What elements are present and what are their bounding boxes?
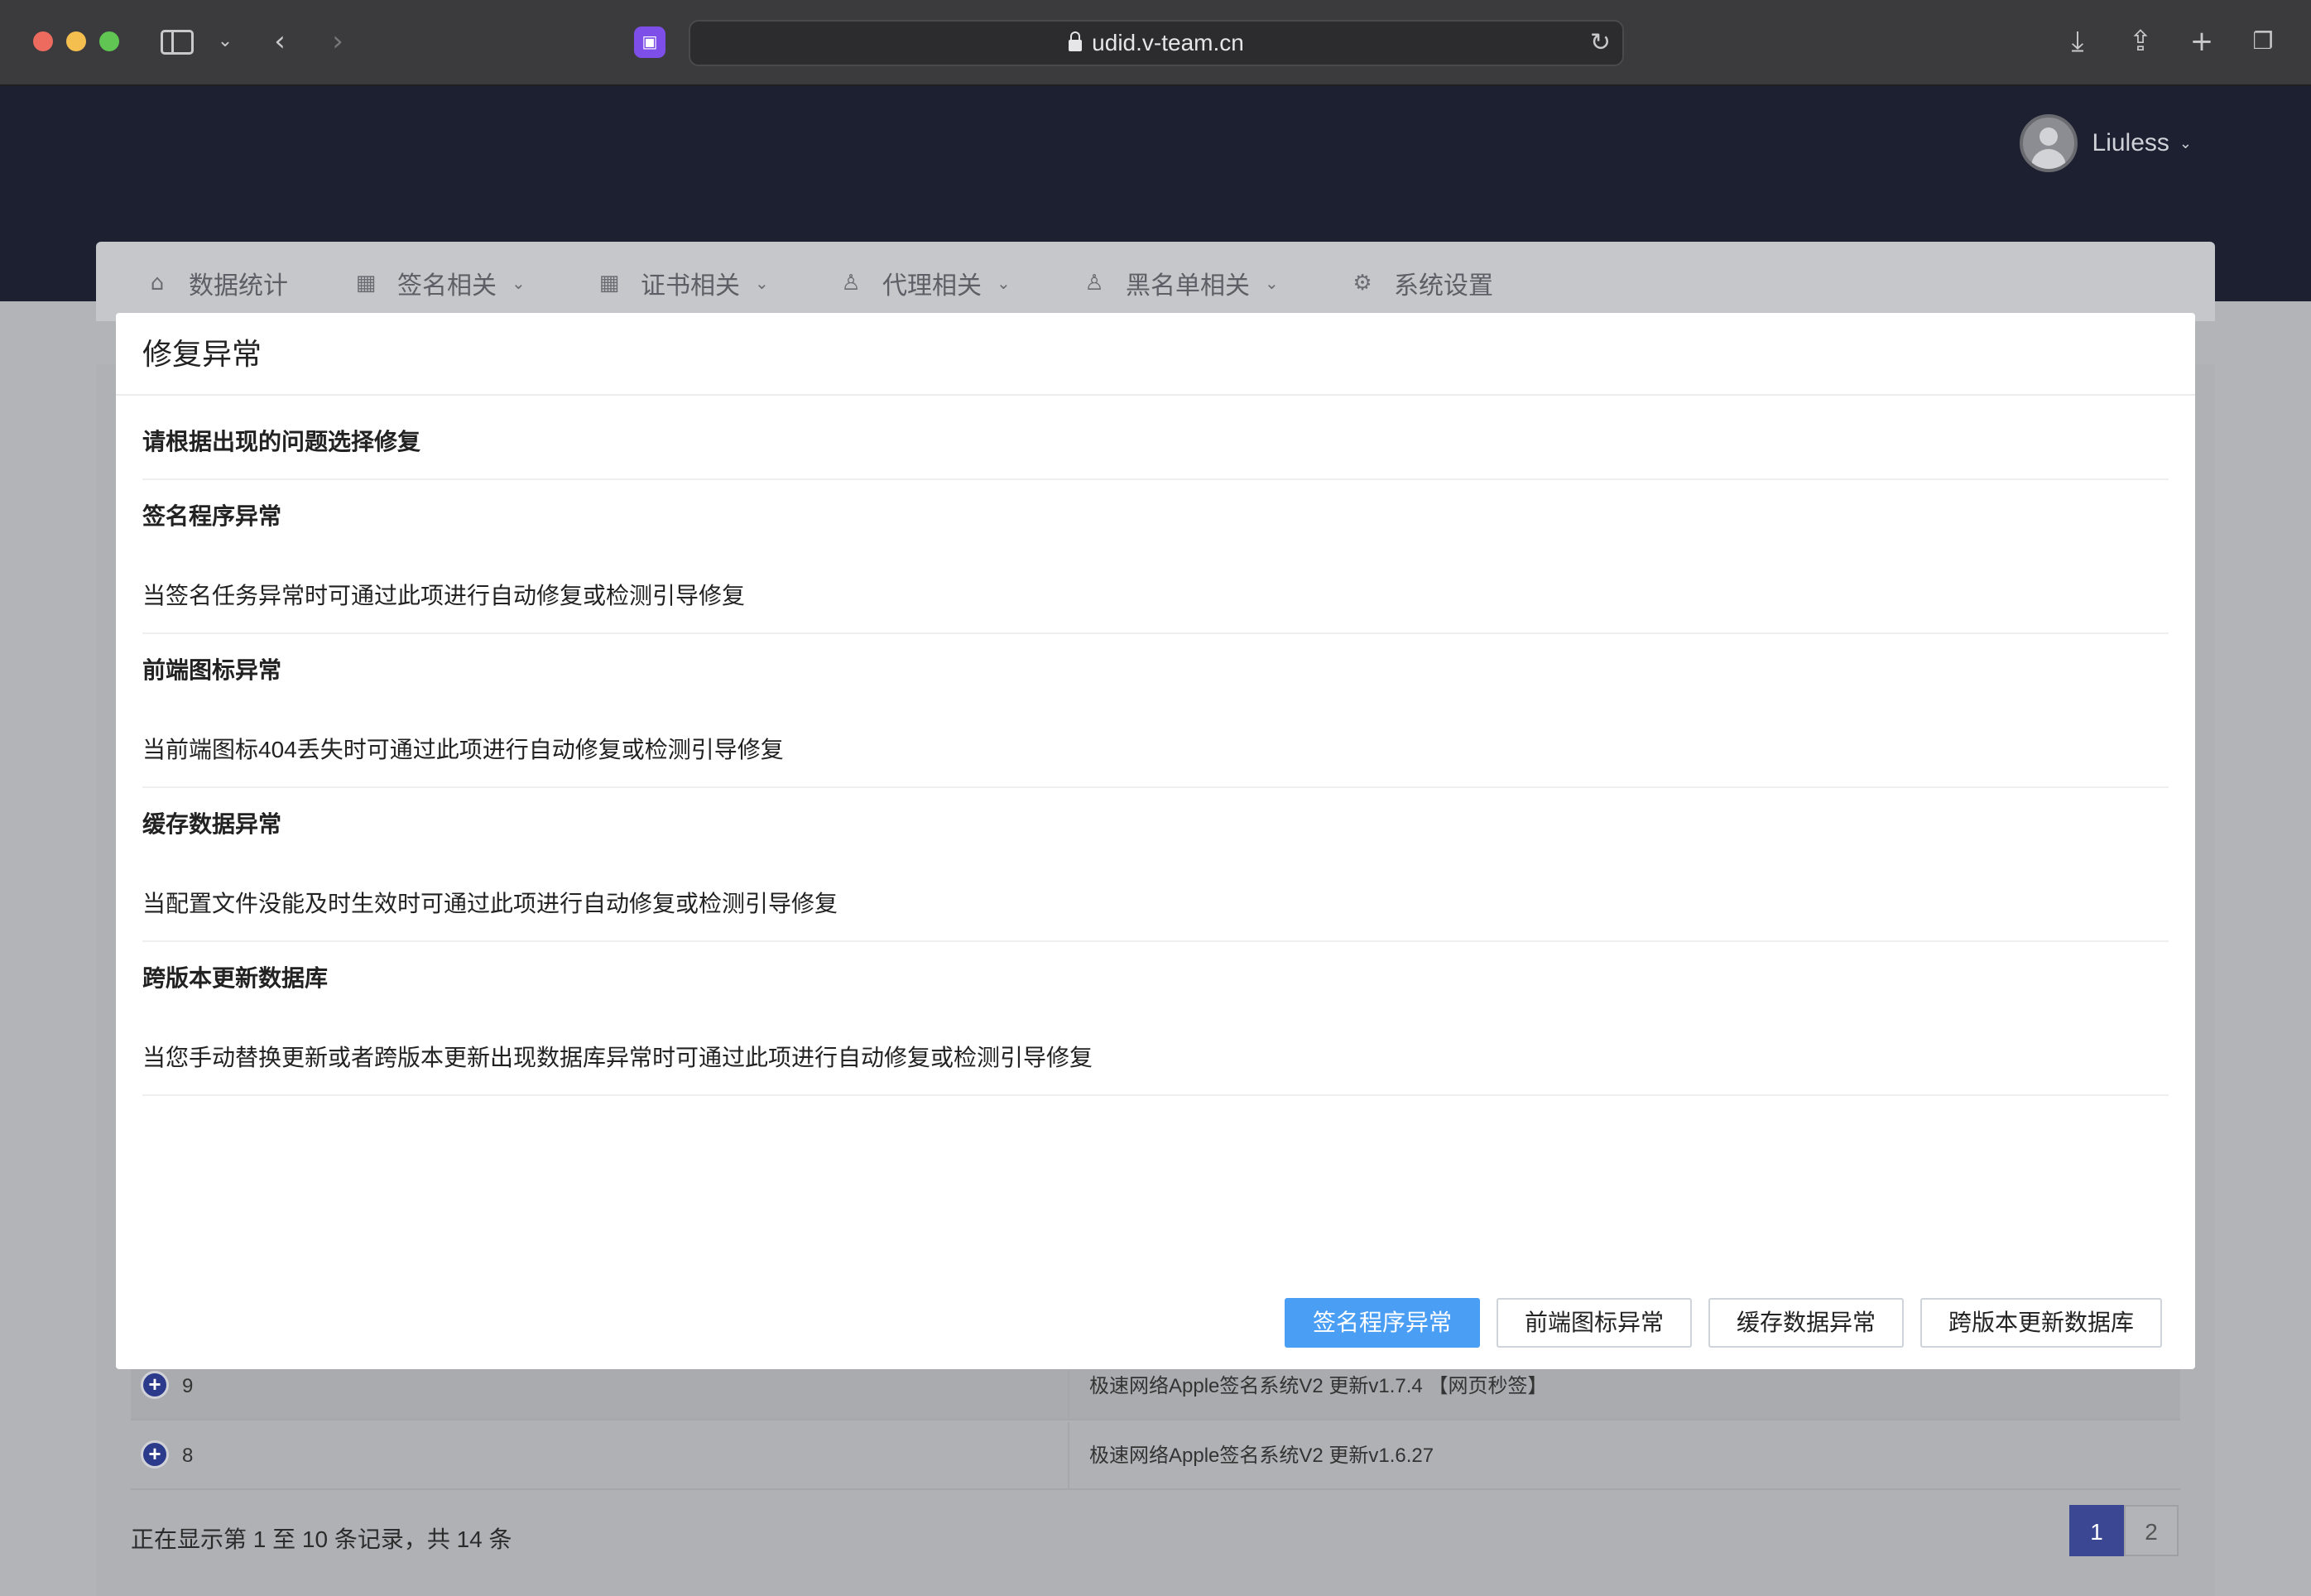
lock-icon	[1069, 31, 1083, 51]
users-icon: ♙	[1084, 271, 1104, 296]
cell-divider	[1068, 1422, 1069, 1490]
nav-item-label: 签名相关	[397, 272, 497, 300]
section-description: 当您手动替换更新或者跨版本更新出现数据库异常时可通过此项进行自动修复或检测引导修…	[142, 1045, 1093, 1070]
home-icon: ⌂	[150, 271, 165, 296]
intro-text: 请根据出现的问题选择修复	[142, 429, 421, 454]
download-icon[interactable]: ⤓	[2061, 25, 2094, 58]
share-icon[interactable]: ⇪	[2124, 25, 2157, 58]
expand-row-icon[interactable]: +	[141, 1371, 169, 1399]
gear-icon: ⚙	[1352, 271, 1372, 296]
reload-icon[interactable]: ↻	[1590, 22, 1611, 65]
section-description: 当配置文件没能及时生效时可通过此项进行自动修复或检测引导修复	[142, 891, 838, 916]
browser-toolbar: ⌄ ‹ › ▣ udid.v-team.cn ↻ ⤓ ⇪ + ❐	[0, 0, 2311, 86]
section-cache: 缓存数据异常 当配置文件没能及时生效时可通过此项进行自动修复或检测引导修复	[142, 788, 2169, 942]
zoom-window-button[interactable]	[99, 31, 119, 51]
row-description: 极速网络Apple签名系统V2 更新v1.6.27	[1089, 1445, 1434, 1467]
avatar	[2019, 114, 2078, 172]
sidebar-icon[interactable]	[161, 30, 194, 55]
repair-modal: 修复异常 请根据出现的问题选择修复 签名程序异常 当签名任务异常时可通过此项进行…	[116, 313, 2195, 1369]
users-icon: ♙	[841, 271, 861, 296]
grid-icon: ▦	[355, 271, 377, 296]
section-signing: 签名程序异常 当签名任务异常时可通过此项进行自动修复或检测引导修复	[142, 480, 2169, 634]
section-heading: 跨版本更新数据库	[142, 965, 329, 991]
tabs-overview-icon[interactable]: ❐	[2246, 25, 2280, 58]
nav-item-label: 数据统计	[189, 272, 288, 300]
username: Liuless	[2092, 129, 2169, 156]
row-id: 8	[182, 1445, 194, 1467]
modal-title: 修复异常	[142, 337, 262, 371]
section-database: 跨版本更新数据库 当您手动替换更新或者跨版本更新出现数据库异常时可通过此项进行自…	[142, 942, 2169, 1096]
close-window-button[interactable]	[33, 31, 53, 51]
chevron-down-icon: ⌄	[755, 274, 769, 293]
chevron-down-icon: ⌄	[512, 274, 526, 293]
table-row[interactable]: + 8 极速网络Apple签名系统V2 更新v1.6.27	[131, 1422, 2180, 1490]
nav-item-settings[interactable]: ⚙ 系统设置	[1351, 267, 1493, 300]
page-2-button[interactable]: 2	[2124, 1505, 2179, 1556]
section-heading: 前端图标异常	[142, 657, 282, 683]
nav-item-label: 系统设置	[1394, 272, 1493, 300]
repair-cache-button[interactable]: 缓存数据异常	[1708, 1298, 1904, 1348]
nav-item-label: 代理相关	[882, 272, 982, 300]
extension-icon[interactable]: ▣	[634, 26, 665, 58]
repair-frontend-icons-button[interactable]: 前端图标异常	[1497, 1298, 1692, 1348]
modal-footer: 签名程序异常 前端图标异常 缓存数据异常 跨版本更新数据库	[116, 1298, 2195, 1348]
section-frontend-icons: 前端图标异常 当前端图标404丢失时可通过此项进行自动修复或检测引导修复	[142, 634, 2169, 788]
nav-item-label: 证书相关	[641, 272, 740, 300]
section-description: 当签名任务异常时可通过此项进行自动修复或检测引导修复	[142, 583, 746, 608]
page-1-button[interactable]: 1	[2069, 1505, 2124, 1556]
nav-item-stats[interactable]: ⌂ 数据统计	[146, 267, 288, 300]
grid-icon: ▦	[598, 271, 620, 296]
section-heading: 缓存数据异常	[142, 811, 282, 837]
user-menu[interactable]: Liuless ⌄	[2019, 114, 2192, 172]
forward-icon[interactable]: ›	[321, 25, 354, 58]
chevron-down-icon: ⌄	[2179, 134, 2192, 151]
records-info: 正在显示第 1 至 10 条记录，共 14 条	[131, 1526, 512, 1552]
pagination: 1 2	[2069, 1505, 2179, 1556]
address-bar[interactable]: udid.v-team.cn ↻	[689, 20, 1624, 66]
repair-database-button[interactable]: 跨版本更新数据库	[1920, 1298, 2162, 1348]
intro-row: 请根据出现的问题选择修复	[142, 396, 2169, 480]
repair-signing-button[interactable]: 签名程序异常	[1285, 1298, 1480, 1348]
modal-header: 修复异常	[116, 313, 2195, 396]
chevron-down-icon: ⌄	[997, 274, 1011, 293]
minimize-window-button[interactable]	[66, 31, 86, 51]
nav-item-label: 黑名单相关	[1126, 272, 1250, 300]
main-nav: ⌂ 数据统计 ▦ 签名相关 ⌄ ▦ 证书相关 ⌄ ♙ 代理相关 ⌄ ♙ 黑名单相…	[96, 242, 2215, 321]
nav-item-certificates[interactable]: ▦ 证书相关 ⌄	[598, 267, 769, 300]
nav-item-blacklist[interactable]: ♙ 黑名单相关 ⌄	[1083, 267, 1279, 300]
new-tab-icon[interactable]: +	[2185, 25, 2218, 58]
section-description: 当前端图标404丢失时可通过此项进行自动修复或检测引导修复	[142, 737, 784, 762]
nav-item-agents[interactable]: ♙ 代理相关 ⌄	[839, 267, 1011, 300]
nav-item-signing[interactable]: ▦ 签名相关 ⌄	[354, 267, 526, 300]
chevron-down-icon: ⌄	[1265, 274, 1279, 293]
section-heading: 签名程序异常	[142, 503, 282, 529]
chevron-down-icon[interactable]: ⌄	[209, 25, 242, 58]
url-text: udid.v-team.cn	[1092, 30, 1244, 55]
expand-row-icon[interactable]: +	[141, 1440, 169, 1469]
back-icon[interactable]: ‹	[263, 25, 296, 58]
